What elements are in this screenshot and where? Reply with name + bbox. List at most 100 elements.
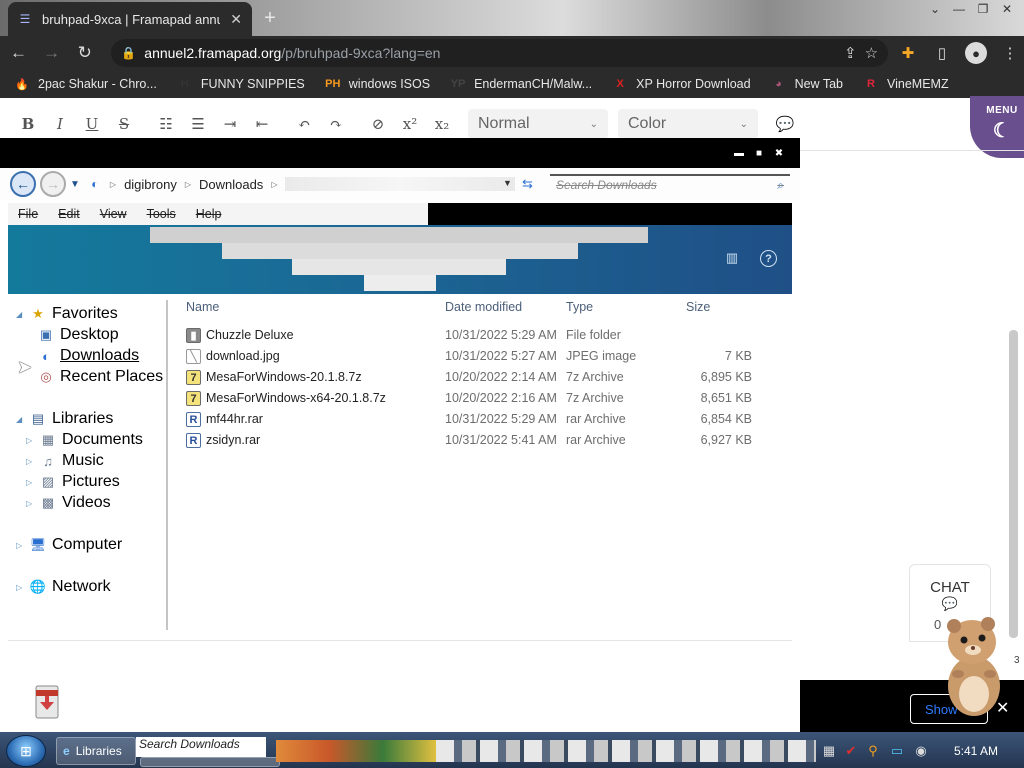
recent-pages-dropdown-icon[interactable]: ▼	[70, 179, 80, 190]
nav-item-music[interactable]: ▷ ♫ Music	[26, 452, 104, 470]
strikethrough-icon[interactable]: S	[108, 108, 140, 140]
nav-item-videos[interactable]: ▷ ▩ Videos	[26, 494, 111, 512]
indent-icon[interactable]: ⇥	[214, 108, 246, 140]
file-row[interactable]: R mf44hr.rar 10/31/2022 5:29 AM rar Arch…	[186, 410, 766, 430]
clear-authorship-icon[interactable]: ⊘	[362, 108, 394, 140]
forward-icon[interactable]: →	[37, 38, 66, 68]
taskbar-window-button[interactable]	[140, 757, 280, 767]
undo-icon[interactable]: ↶	[288, 108, 320, 140]
address-dropdown-icon[interactable]: ▼	[503, 178, 512, 188]
tray-volume-icon[interactable]: ◉	[912, 742, 930, 760]
collapsed-triangle-icon[interactable]: ▷	[16, 583, 24, 592]
taskbar-clock[interactable]: 5:41 AM	[936, 744, 1016, 758]
nav-item-recent-places[interactable]: ◎ Recent Places	[38, 368, 163, 386]
outdent-icon[interactable]: ⇤	[246, 108, 278, 140]
breadcrumb-item-downloads[interactable]: Downloads	[199, 177, 263, 192]
column-header-date[interactable]: Date modified	[445, 300, 522, 314]
tray-network-icon[interactable]: ▦	[820, 742, 838, 760]
tray-search-icon[interactable]: ⚲	[864, 742, 882, 760]
browser-tab[interactable]: ☰ bruhpad-9xca | Framapad annuel ✕	[8, 2, 252, 36]
bookmark-item[interactable]: ◕ New Tab	[771, 76, 843, 92]
close-window-icon[interactable]: ✕	[996, 0, 1018, 18]
back-arrow-icon[interactable]: ←	[10, 171, 36, 197]
collapsed-triangle-icon[interactable]: ▷	[26, 499, 34, 508]
italic-icon[interactable]: I	[44, 108, 76, 140]
menu-edit[interactable]: Edit	[58, 207, 80, 221]
nav-item-pictures[interactable]: ▷ ▨ Pictures	[26, 473, 120, 491]
help-icon[interactable]: ?	[760, 250, 777, 267]
text-color-select[interactable]: Color ⌄	[618, 109, 758, 139]
preview-pane-icon[interactable]: ▥	[724, 250, 740, 266]
chrome-menu-icon[interactable]: ⋮	[996, 39, 1024, 67]
underline-icon[interactable]: U	[76, 108, 108, 140]
refresh-icon[interactable]: ⇆	[522, 176, 533, 192]
file-row[interactable]: ▮ Chuzzle Deluxe 10/31/2022 5:29 AM File…	[186, 326, 766, 346]
bookmark-star-icon[interactable]: ☆	[865, 44, 878, 62]
page-scrollbar[interactable]	[1009, 330, 1018, 638]
menu-tools[interactable]: Tools	[147, 207, 176, 221]
bold-icon[interactable]: B	[12, 108, 44, 140]
ordered-list-icon[interactable]: ☷	[150, 108, 182, 140]
bookmark-item[interactable]: 🔥 2pac Shakur - Chro...	[14, 76, 157, 92]
nav-item-favorites[interactable]: ◢ ★ Favorites	[16, 305, 118, 323]
bookmark-item[interactable]: R VineMEMZ	[863, 76, 949, 92]
nav-item-documents[interactable]: ▷ ▦ Documents	[26, 431, 143, 449]
expanded-triangle-icon[interactable]: ◢	[16, 310, 24, 319]
close-icon[interactable]: ✖	[773, 148, 785, 159]
tray-antivirus-icon[interactable]: ✔	[842, 742, 860, 760]
file-row[interactable]: 7 MesaForWindows-x64-20.1.8.7z 10/20/202…	[186, 389, 766, 409]
profile-avatar-icon[interactable]: ●	[965, 42, 988, 64]
search-icon[interactable]: ⌕	[777, 178, 784, 193]
menu-file[interactable]: File	[18, 207, 38, 221]
file-row[interactable]: 7 MesaForWindows-20.1.8.7z 10/20/2022 2:…	[186, 368, 766, 388]
collapsed-triangle-icon[interactable]: ▷	[26, 457, 34, 466]
lock-icon[interactable]: 🔒	[121, 46, 136, 60]
column-header-type[interactable]: Type	[566, 300, 593, 314]
bookmark-item[interactable]: H FUNNY SNIPPIES	[177, 76, 305, 92]
back-icon[interactable]: ←	[4, 38, 33, 68]
breadcrumb-item-digibrony[interactable]: digibrony	[124, 177, 177, 192]
start-button[interactable]: ⊞	[6, 735, 46, 767]
tray-display-icon[interactable]: ▭	[888, 742, 906, 760]
breadcrumb-separator-icon[interactable]: ▷	[110, 180, 116, 189]
maximize-icon[interactable]: ■	[753, 148, 765, 159]
forward-arrow-icon[interactable]: →	[40, 171, 66, 197]
bookmark-item[interactable]: X XP Horror Download	[612, 76, 751, 92]
menu-help[interactable]: Help	[196, 207, 222, 221]
tab-search-icon[interactable]: ⌄	[924, 0, 946, 18]
collapsed-triangle-icon[interactable]: ▷	[26, 478, 34, 487]
extensions-puzzle-icon[interactable]: ✚	[894, 39, 922, 67]
minimize-icon[interactable]: —	[948, 0, 970, 18]
menu-view[interactable]: View	[100, 207, 127, 221]
column-header-size[interactable]: Size	[686, 300, 710, 314]
file-row[interactable]: ╲ download.jpg 10/31/2022 5:27 AM JPEG i…	[186, 347, 766, 367]
expanded-triangle-icon[interactable]: ◢	[16, 415, 24, 424]
new-tab-button[interactable]: +	[258, 6, 282, 30]
bookmark-item[interactable]: YP EndermanCH/Malw...	[450, 76, 592, 92]
restore-icon[interactable]: ❐	[972, 0, 994, 18]
reload-icon[interactable]: ↻	[70, 38, 99, 68]
search-input[interactable]: Search Downloads ⌕	[550, 174, 790, 194]
taskbar-search-field[interactable]: Search Downloads	[136, 737, 266, 757]
redo-icon[interactable]: ↷	[320, 108, 352, 140]
subscript-icon[interactable]: x₂	[426, 108, 458, 140]
nav-item-downloads[interactable]: ◐ Downloads	[38, 347, 139, 365]
nav-item-network[interactable]: ▷ 🌐 Network	[16, 578, 111, 596]
collapsed-triangle-icon[interactable]: ▷	[16, 541, 24, 550]
collapsed-triangle-icon[interactable]: ▷	[26, 436, 34, 445]
breadcrumb-separator-icon[interactable]: ▷	[271, 180, 277, 189]
column-header-name[interactable]: Name	[186, 300, 219, 314]
side-panel-icon[interactable]: ▯	[928, 39, 956, 67]
unordered-list-icon[interactable]: ☰	[182, 108, 214, 140]
address-bar[interactable]: 🔒 annuel2.framapad.org/p/bruhpad-9xca?la…	[111, 39, 889, 67]
nav-item-libraries[interactable]: ◢ ▤ Libraries	[16, 410, 113, 428]
nav-item-desktop[interactable]: ▣ Desktop	[38, 326, 119, 344]
bookmark-item[interactable]: PH windows ISOS	[325, 76, 430, 92]
breadcrumb-separator-icon[interactable]: ▷	[185, 180, 191, 189]
taskbar-explorer-button[interactable]: e Libraries	[56, 737, 136, 765]
tab-close-icon[interactable]: ✕	[230, 11, 242, 28]
nav-item-computer[interactable]: ▷ 🖥 Computer	[16, 536, 122, 554]
share-icon[interactable]: ⇪	[844, 44, 857, 62]
minimize-icon[interactable]: ▬	[733, 148, 745, 159]
heading-style-select[interactable]: Normal ⌄	[468, 109, 608, 139]
